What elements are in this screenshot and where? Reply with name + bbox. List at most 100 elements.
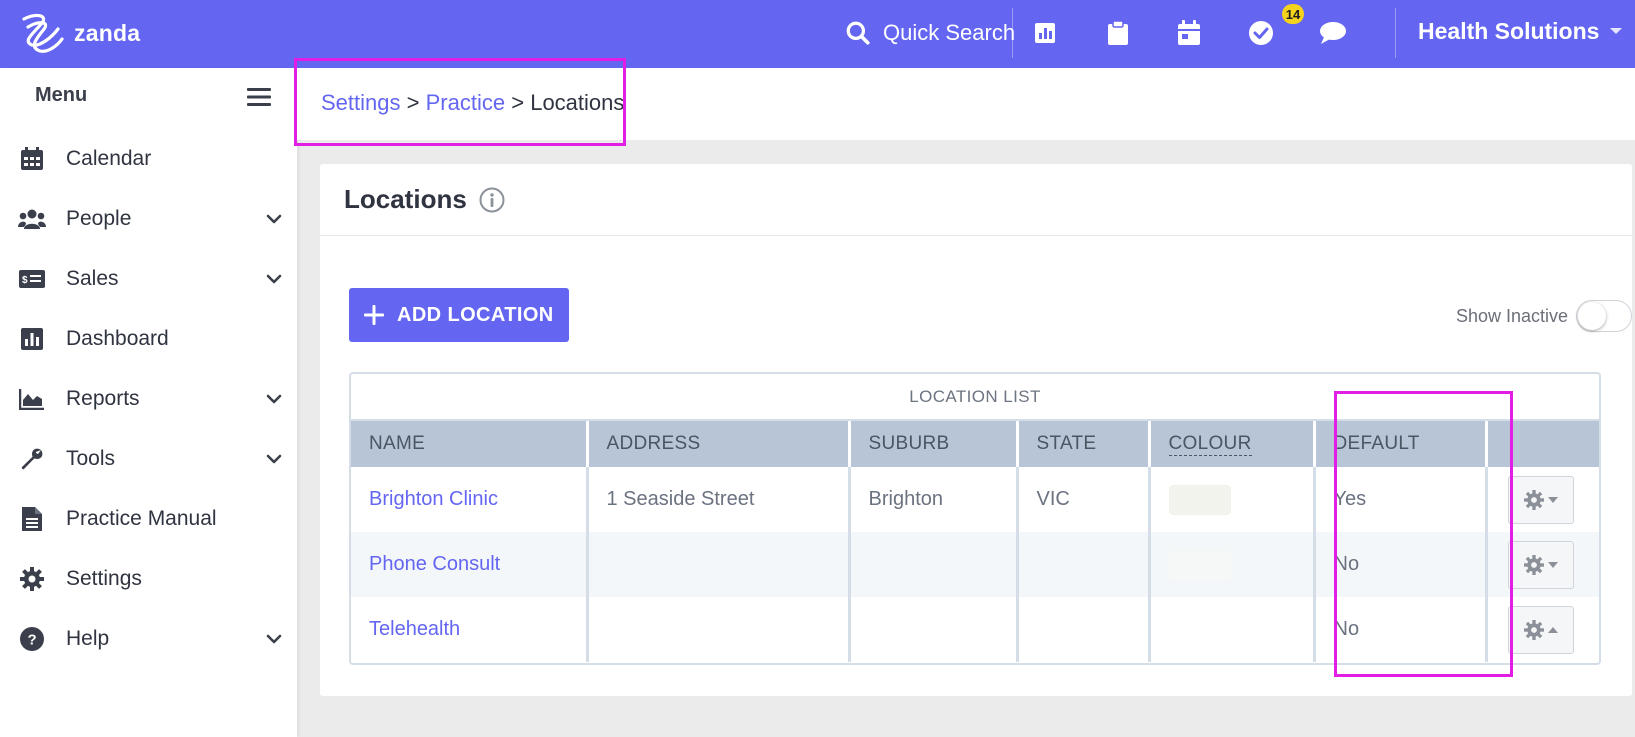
location-name-link[interactable]: Telehealth <box>351 597 589 662</box>
column-header-state[interactable]: STATE <box>1017 421 1151 467</box>
sidebar-item-reports[interactable]: Reports <box>0 375 297 423</box>
colour-swatch <box>1168 549 1231 580</box>
svg-text:$: $ <box>22 275 28 286</box>
sidebar-item-settings[interactable]: Settings <box>0 555 297 603</box>
breadcrumb-settings-link[interactable]: Settings <box>321 90 401 115</box>
calendar-shortcut-button[interactable] <box>1174 18 1204 48</box>
column-header-colour[interactable]: COLOUR <box>1149 421 1316 467</box>
brand-name: zanda <box>74 19 141 46</box>
sidebar-item-people[interactable]: People <box>0 195 297 243</box>
sidebar-item-sales[interactable]: $ Sales <box>0 255 297 303</box>
breadcrumb-practice-link[interactable]: Practice <box>426 90 505 115</box>
chevron-down-icon <box>264 389 284 409</box>
show-inactive-label: Show Inactive <box>1455 305 1568 326</box>
colour-header-text: COLOUR <box>1168 433 1252 456</box>
calendar-icon <box>1178 20 1200 45</box>
column-header-name[interactable]: NAME <box>351 421 589 467</box>
location-suburb <box>849 597 1019 662</box>
location-address <box>587 597 851 662</box>
svg-text:?: ? <box>28 632 37 649</box>
chat-icon <box>1320 22 1346 44</box>
add-location-button[interactable]: ADD LOCATION <box>349 288 569 342</box>
location-default: Yes <box>1314 467 1488 532</box>
check-circle-icon <box>1249 21 1273 45</box>
column-header-actions <box>1486 421 1599 467</box>
location-colour-cell <box>1149 532 1316 597</box>
messages-shortcut-button[interactable] <box>1318 18 1348 48</box>
column-header-address[interactable]: ADDRESS <box>587 421 851 467</box>
location-name-link[interactable]: Phone Consult <box>351 532 589 597</box>
sidebar-item-label: Help <box>66 627 110 650</box>
column-header-default[interactable]: DEFAULT <box>1314 421 1488 467</box>
document-icon <box>18 505 46 533</box>
row-actions-cell <box>1486 597 1599 662</box>
menu-heading: Menu <box>35 84 88 106</box>
zanda-logo[interactable]: zanda <box>18 10 140 56</box>
chevron-down-icon <box>264 449 284 469</box>
topbar-divider <box>1395 8 1396 58</box>
people-icon <box>18 205 46 233</box>
sidebar-item-practice-manual[interactable]: Practice Manual <box>0 495 297 543</box>
row-actions-cell <box>1486 467 1599 532</box>
search-icon <box>846 21 870 45</box>
dashboard-icon <box>18 325 46 353</box>
notes-shortcut-button[interactable] <box>1103 18 1133 48</box>
breadcrumb-current: Locations <box>530 90 625 115</box>
sidebar-item-label: Tools <box>66 447 116 470</box>
location-state <box>1017 597 1151 662</box>
locations-card: Locations ADD LOCATION Show Inactive LOC… <box>320 164 1632 696</box>
gear-icon <box>1523 554 1544 575</box>
chevron-down-icon <box>264 269 284 289</box>
table-row: Brighton Clinic 1 Seaside Street Brighto… <box>351 467 1599 532</box>
sidebar: Menu Calendar People $ Sales Dashboard R… <box>0 68 297 737</box>
show-inactive-toggle[interactable] <box>1576 300 1632 332</box>
top-bar: zanda Quick Search 14 Health Solutions <box>0 0 1635 68</box>
info-icon[interactable] <box>479 187 505 213</box>
dashboard-shortcut-button[interactable] <box>1030 18 1060 48</box>
tasks-count-badge: 14 <box>1282 4 1304 24</box>
caret-up-icon <box>1547 626 1558 633</box>
area-chart-icon <box>18 385 46 413</box>
sidebar-item-label: Reports <box>66 387 140 410</box>
gear-icon <box>1523 619 1544 640</box>
sidebar-item-tools[interactable]: Tools <box>0 435 297 483</box>
gear-icon <box>18 565 46 593</box>
wrench-icon <box>18 445 46 473</box>
org-name: Health Solutions <box>1418 17 1600 44</box>
table-caption: LOCATION LIST <box>351 374 1599 421</box>
tasks-shortcut-button[interactable] <box>1246 18 1276 48</box>
topbar-divider <box>1012 8 1013 58</box>
location-address: 1 Seaside Street <box>587 467 851 532</box>
row-actions-button[interactable] <box>1507 605 1574 654</box>
org-switcher[interactable]: Health Solutions <box>1418 14 1623 48</box>
card-divider <box>320 235 1632 236</box>
quick-search-label: Quick Search <box>883 20 1016 45</box>
sidebar-item-help[interactable]: ? Help <box>0 615 297 663</box>
gear-icon <box>1523 489 1544 510</box>
hamburger-icon[interactable] <box>247 87 271 107</box>
column-header-suburb[interactable]: SUBURB <box>849 421 1019 467</box>
clipboard-icon <box>1108 20 1128 45</box>
table-row: Telehealth No <box>351 597 1599 662</box>
location-list-table: LOCATION LIST NAME ADDRESS SUBURB STATE … <box>349 372 1601 665</box>
sidebar-item-dashboard[interactable]: Dashboard <box>0 315 297 363</box>
quick-search[interactable]: Quick Search <box>845 16 1015 50</box>
chevron-down-icon <box>264 209 284 229</box>
location-name-link[interactable]: Brighton Clinic <box>351 467 589 532</box>
add-location-label: ADD LOCATION <box>397 303 554 326</box>
sidebar-item-calendar[interactable]: Calendar <box>0 135 297 183</box>
location-address <box>587 532 851 597</box>
chevron-down-icon <box>264 629 284 649</box>
breadcrumb-bar: Settings > Practice > Locations <box>297 68 1635 140</box>
sidebar-item-label: Sales <box>66 267 119 290</box>
zanda-swirl-icon <box>22 13 64 53</box>
location-colour-cell <box>1149 467 1316 532</box>
row-actions-button[interactable] <box>1507 475 1574 524</box>
breadcrumb: Settings > Practice > Locations <box>321 90 624 116</box>
sidebar-item-label: Calendar <box>66 147 152 170</box>
question-icon: ? <box>18 625 46 653</box>
page-title-text: Locations <box>344 184 467 214</box>
location-state <box>1017 532 1151 597</box>
row-actions-button[interactable] <box>1507 540 1574 589</box>
table-header-row: NAME ADDRESS SUBURB STATE COLOUR DEFAULT <box>351 421 1599 467</box>
